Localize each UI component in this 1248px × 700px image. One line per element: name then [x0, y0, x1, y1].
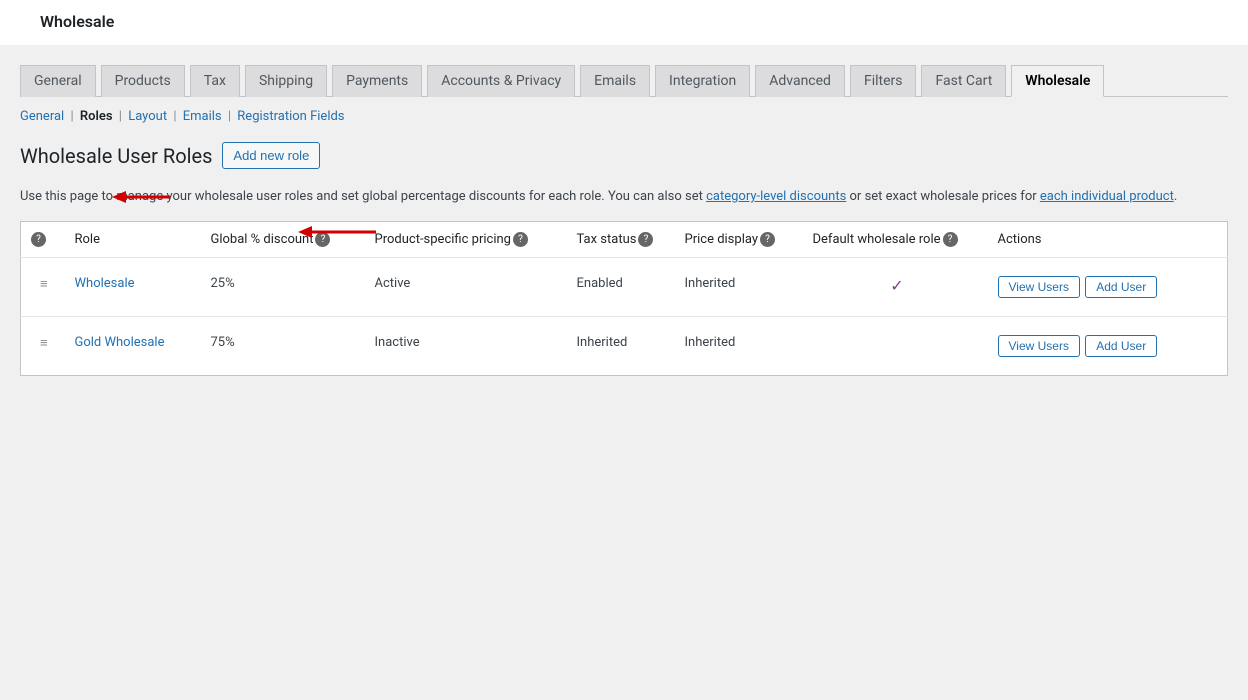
subnav-registration[interactable]: Registration Fields — [237, 109, 344, 124]
view-users-button[interactable]: View Users — [998, 276, 1080, 298]
label: Default wholesale role — [813, 232, 941, 247]
heading-row: Wholesale User Roles Add new role — [20, 142, 1228, 169]
subnav-roles[interactable]: Roles — [80, 109, 113, 124]
nav-tabs: General Products Tax Shipping Payments A… — [20, 65, 1228, 97]
desc-text: or set exact wholesale prices for — [846, 189, 1040, 204]
col-global-discount: Global % discount? — [203, 221, 367, 257]
subnav-general[interactable]: General — [20, 109, 64, 124]
subnav-layout[interactable]: Layout — [128, 109, 167, 124]
tab-advanced[interactable]: Advanced — [755, 65, 845, 97]
cell-tax: Enabled — [569, 257, 677, 316]
view-users-button[interactable]: View Users — [998, 335, 1080, 357]
help-icon[interactable]: ? — [638, 232, 653, 247]
tab-shipping[interactable]: Shipping — [245, 65, 327, 97]
tab-tax[interactable]: Tax — [190, 65, 240, 97]
help-icon[interactable]: ? — [943, 232, 958, 247]
tab-filters[interactable]: Filters — [850, 65, 917, 97]
tab-general[interactable]: General — [20, 65, 96, 97]
role-link[interactable]: Wholesale — [75, 276, 135, 291]
tab-payments[interactable]: Payments — [332, 65, 422, 97]
separator: | — [225, 109, 234, 124]
cell-price: Inherited — [677, 257, 805, 316]
cell-psp: Active — [367, 257, 569, 316]
help-icon[interactable]: ? — [315, 232, 330, 247]
desc-text: Use this page to manage your wholesale u… — [20, 189, 706, 204]
label: Global % discount — [211, 232, 314, 247]
add-new-role-button[interactable]: Add new role — [222, 142, 320, 169]
table-row: ≡ Gold Wholesale 75% Inactive Inherited … — [21, 316, 1228, 375]
cell-tax: Inherited — [569, 316, 677, 375]
cell-price: Inherited — [677, 316, 805, 375]
tab-products[interactable]: Products — [101, 65, 185, 97]
separator: | — [170, 109, 179, 124]
desc-text: . — [1174, 189, 1177, 204]
link-category-discounts[interactable]: category-level discounts — [706, 189, 846, 204]
col-role: Role — [67, 221, 203, 257]
tab-emails[interactable]: Emails — [580, 65, 650, 97]
label: Product-specific pricing — [375, 232, 511, 247]
tab-integration[interactable]: Integration — [655, 65, 750, 97]
col-product-specific-pricing: Product-specific pricing? — [367, 221, 569, 257]
top-bar: Wholesale — [0, 0, 1248, 45]
tab-accounts-privacy[interactable]: Accounts & Privacy — [427, 65, 575, 97]
page-heading: Wholesale User Roles — [20, 144, 212, 168]
help-icon[interactable]: ? — [31, 232, 46, 247]
separator: | — [67, 109, 76, 124]
top-title: Wholesale — [40, 12, 114, 31]
link-individual-product[interactable]: each individual product — [1040, 189, 1174, 204]
table-row: ≡ Wholesale 25% Active Enabled Inherited… — [21, 257, 1228, 316]
cell-psp: Inactive — [367, 316, 569, 375]
cell-discount: 75% — [203, 316, 367, 375]
col-price-display: Price display? — [677, 221, 805, 257]
col-actions: Actions — [990, 221, 1228, 257]
check-icon: ✓ — [890, 276, 903, 295]
add-user-button[interactable]: Add User — [1085, 335, 1157, 357]
drag-handle-icon[interactable]: ≡ — [40, 277, 48, 292]
label: Tax status — [577, 232, 637, 247]
tab-wholesale[interactable]: Wholesale — [1011, 65, 1104, 97]
role-link[interactable]: Gold Wholesale — [75, 335, 165, 350]
subnav-emails[interactable]: Emails — [183, 109, 222, 124]
cell-discount: 25% — [203, 257, 367, 316]
col-default-role: Default wholesale role? — [805, 221, 990, 257]
subnav: General | Roles | Layout | Emails | Regi… — [20, 109, 1228, 124]
separator: | — [116, 109, 125, 124]
col-help: ? — [21, 221, 67, 257]
content-area: General Products Tax Shipping Payments A… — [0, 45, 1248, 376]
page-description: Use this page to manage your wholesale u… — [20, 187, 1228, 207]
help-icon[interactable]: ? — [760, 232, 775, 247]
label: Price display — [685, 232, 758, 247]
drag-handle-icon[interactable]: ≡ — [40, 336, 48, 351]
roles-table: ? Role Global % discount? Product-specif… — [20, 221, 1228, 376]
col-tax-status: Tax status? — [569, 221, 677, 257]
help-icon[interactable]: ? — [513, 232, 528, 247]
tab-fast-cart[interactable]: Fast Cart — [921, 65, 1006, 97]
add-user-button[interactable]: Add User — [1085, 276, 1157, 298]
